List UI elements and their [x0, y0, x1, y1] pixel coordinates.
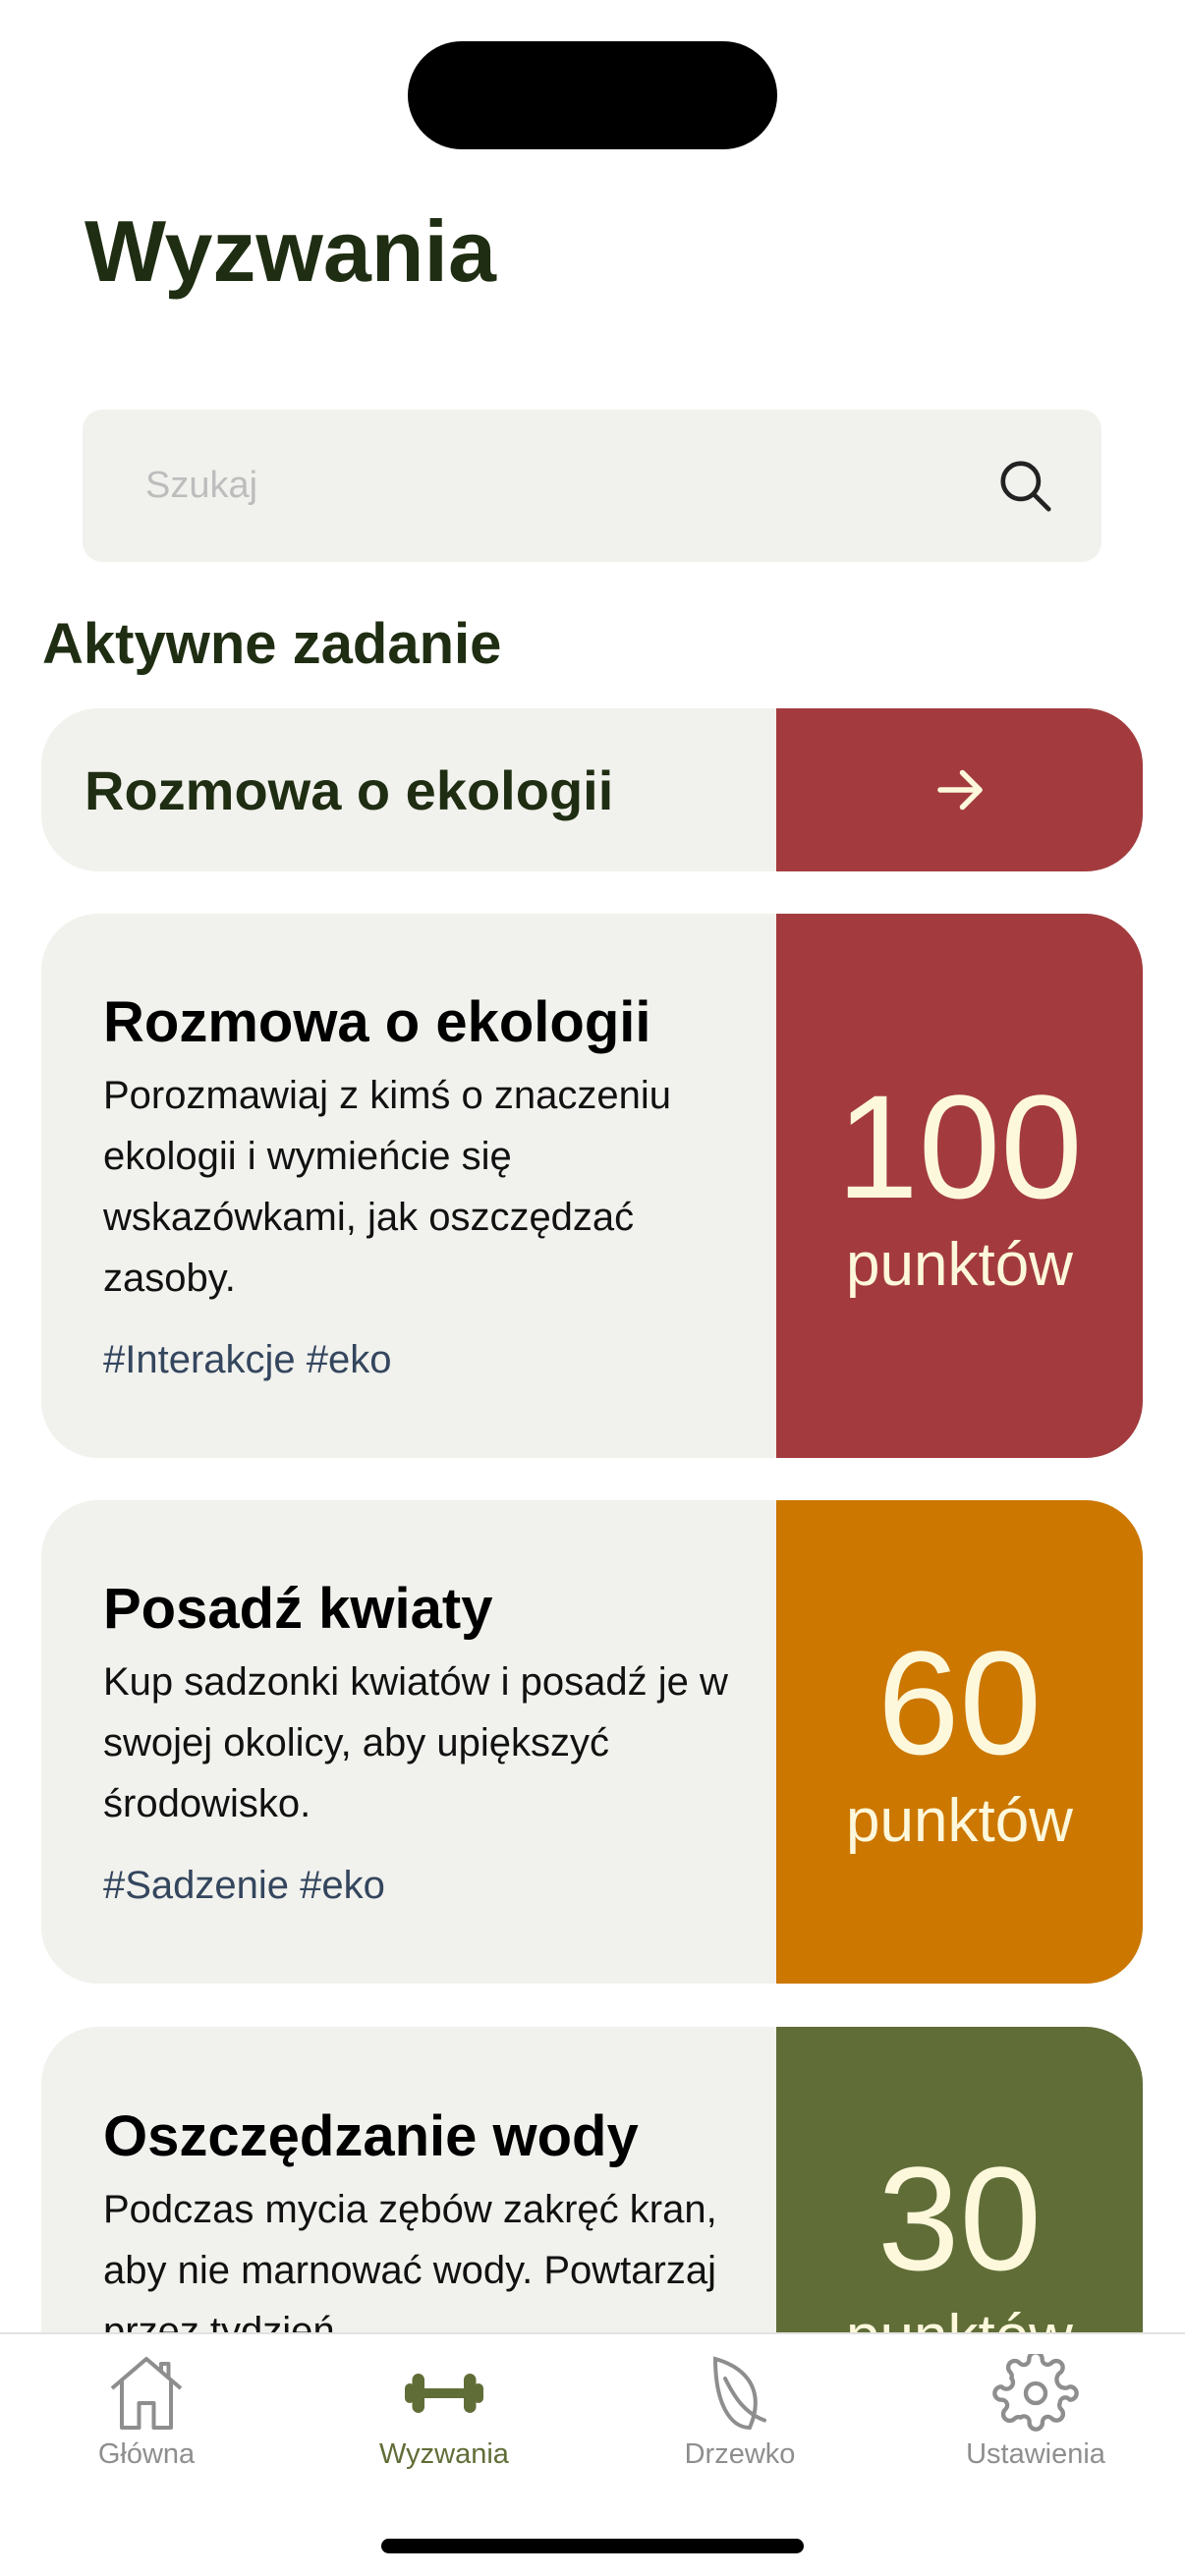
page-title: Wyzwania — [85, 202, 496, 300]
challenge-points: 100 punktów — [776, 914, 1143, 1458]
points-value: 60 — [877, 1619, 1042, 1785]
tab-label: Wyzwania — [379, 2438, 509, 2470]
points-label: punktów — [846, 1786, 1073, 1855]
tab-label: Drzewko — [684, 2438, 796, 2470]
dynamic-island — [408, 41, 777, 149]
challenge-tags: #Sadzenie #eko — [103, 1864, 385, 1907]
challenge-points: 60 punktów — [776, 1500, 1143, 1984]
home-indicator — [381, 2539, 804, 2553]
challenge-title: Posadź kwiaty — [103, 1577, 493, 1641]
search-bar[interactable] — [83, 410, 1101, 562]
active-task-card[interactable]: Rozmowa o ekologii — [41, 708, 1143, 871]
search-input[interactable] — [145, 465, 995, 507]
challenge-description: Porozmawiaj z kimś o znaczeniu ekologii … — [103, 1074, 671, 1300]
home-icon — [110, 2357, 183, 2430]
open-active-task-button[interactable] — [776, 708, 1143, 871]
section-heading-active: Aktywne zadanie — [42, 612, 502, 676]
challenge-card[interactable]: Posadź kwiaty Kup sadzonki kwiatów i pos… — [41, 1500, 1143, 1984]
challenge-title: Rozmowa o ekologii — [103, 990, 651, 1054]
arrow-right-icon — [936, 769, 983, 811]
active-task-name: Rozmowa o ekologii — [85, 758, 614, 821]
tab-tree[interactable]: Drzewko — [622, 2354, 858, 2471]
challenge-card[interactable]: Rozmowa o ekologii Porozmawiaj z kimś o … — [41, 914, 1143, 1458]
tab-label: Główna — [97, 2438, 196, 2470]
leaf-icon — [712, 2356, 766, 2431]
points-value: 30 — [877, 2136, 1042, 2301]
tab-settings[interactable]: Ustawienia — [918, 2354, 1154, 2471]
gear-icon — [992, 2354, 1079, 2432]
tab-home[interactable]: Główna — [28, 2354, 264, 2471]
challenge-tags: #Interakcje #eko — [103, 1338, 392, 1381]
search-icon[interactable] — [995, 456, 1056, 517]
challenge-title: Oszczędzanie wody — [103, 2104, 639, 2168]
points-value: 100 — [836, 1063, 1083, 1229]
tab-challenges[interactable]: Wyzwania — [326, 2354, 562, 2471]
tab-label: Ustawienia — [966, 2438, 1105, 2470]
points-label: punktów — [846, 1230, 1073, 1299]
challenge-description: Kup sadzonki kwiatów i posadź je w swoje… — [103, 1660, 728, 1825]
dumbbell-icon — [405, 2374, 483, 2413]
